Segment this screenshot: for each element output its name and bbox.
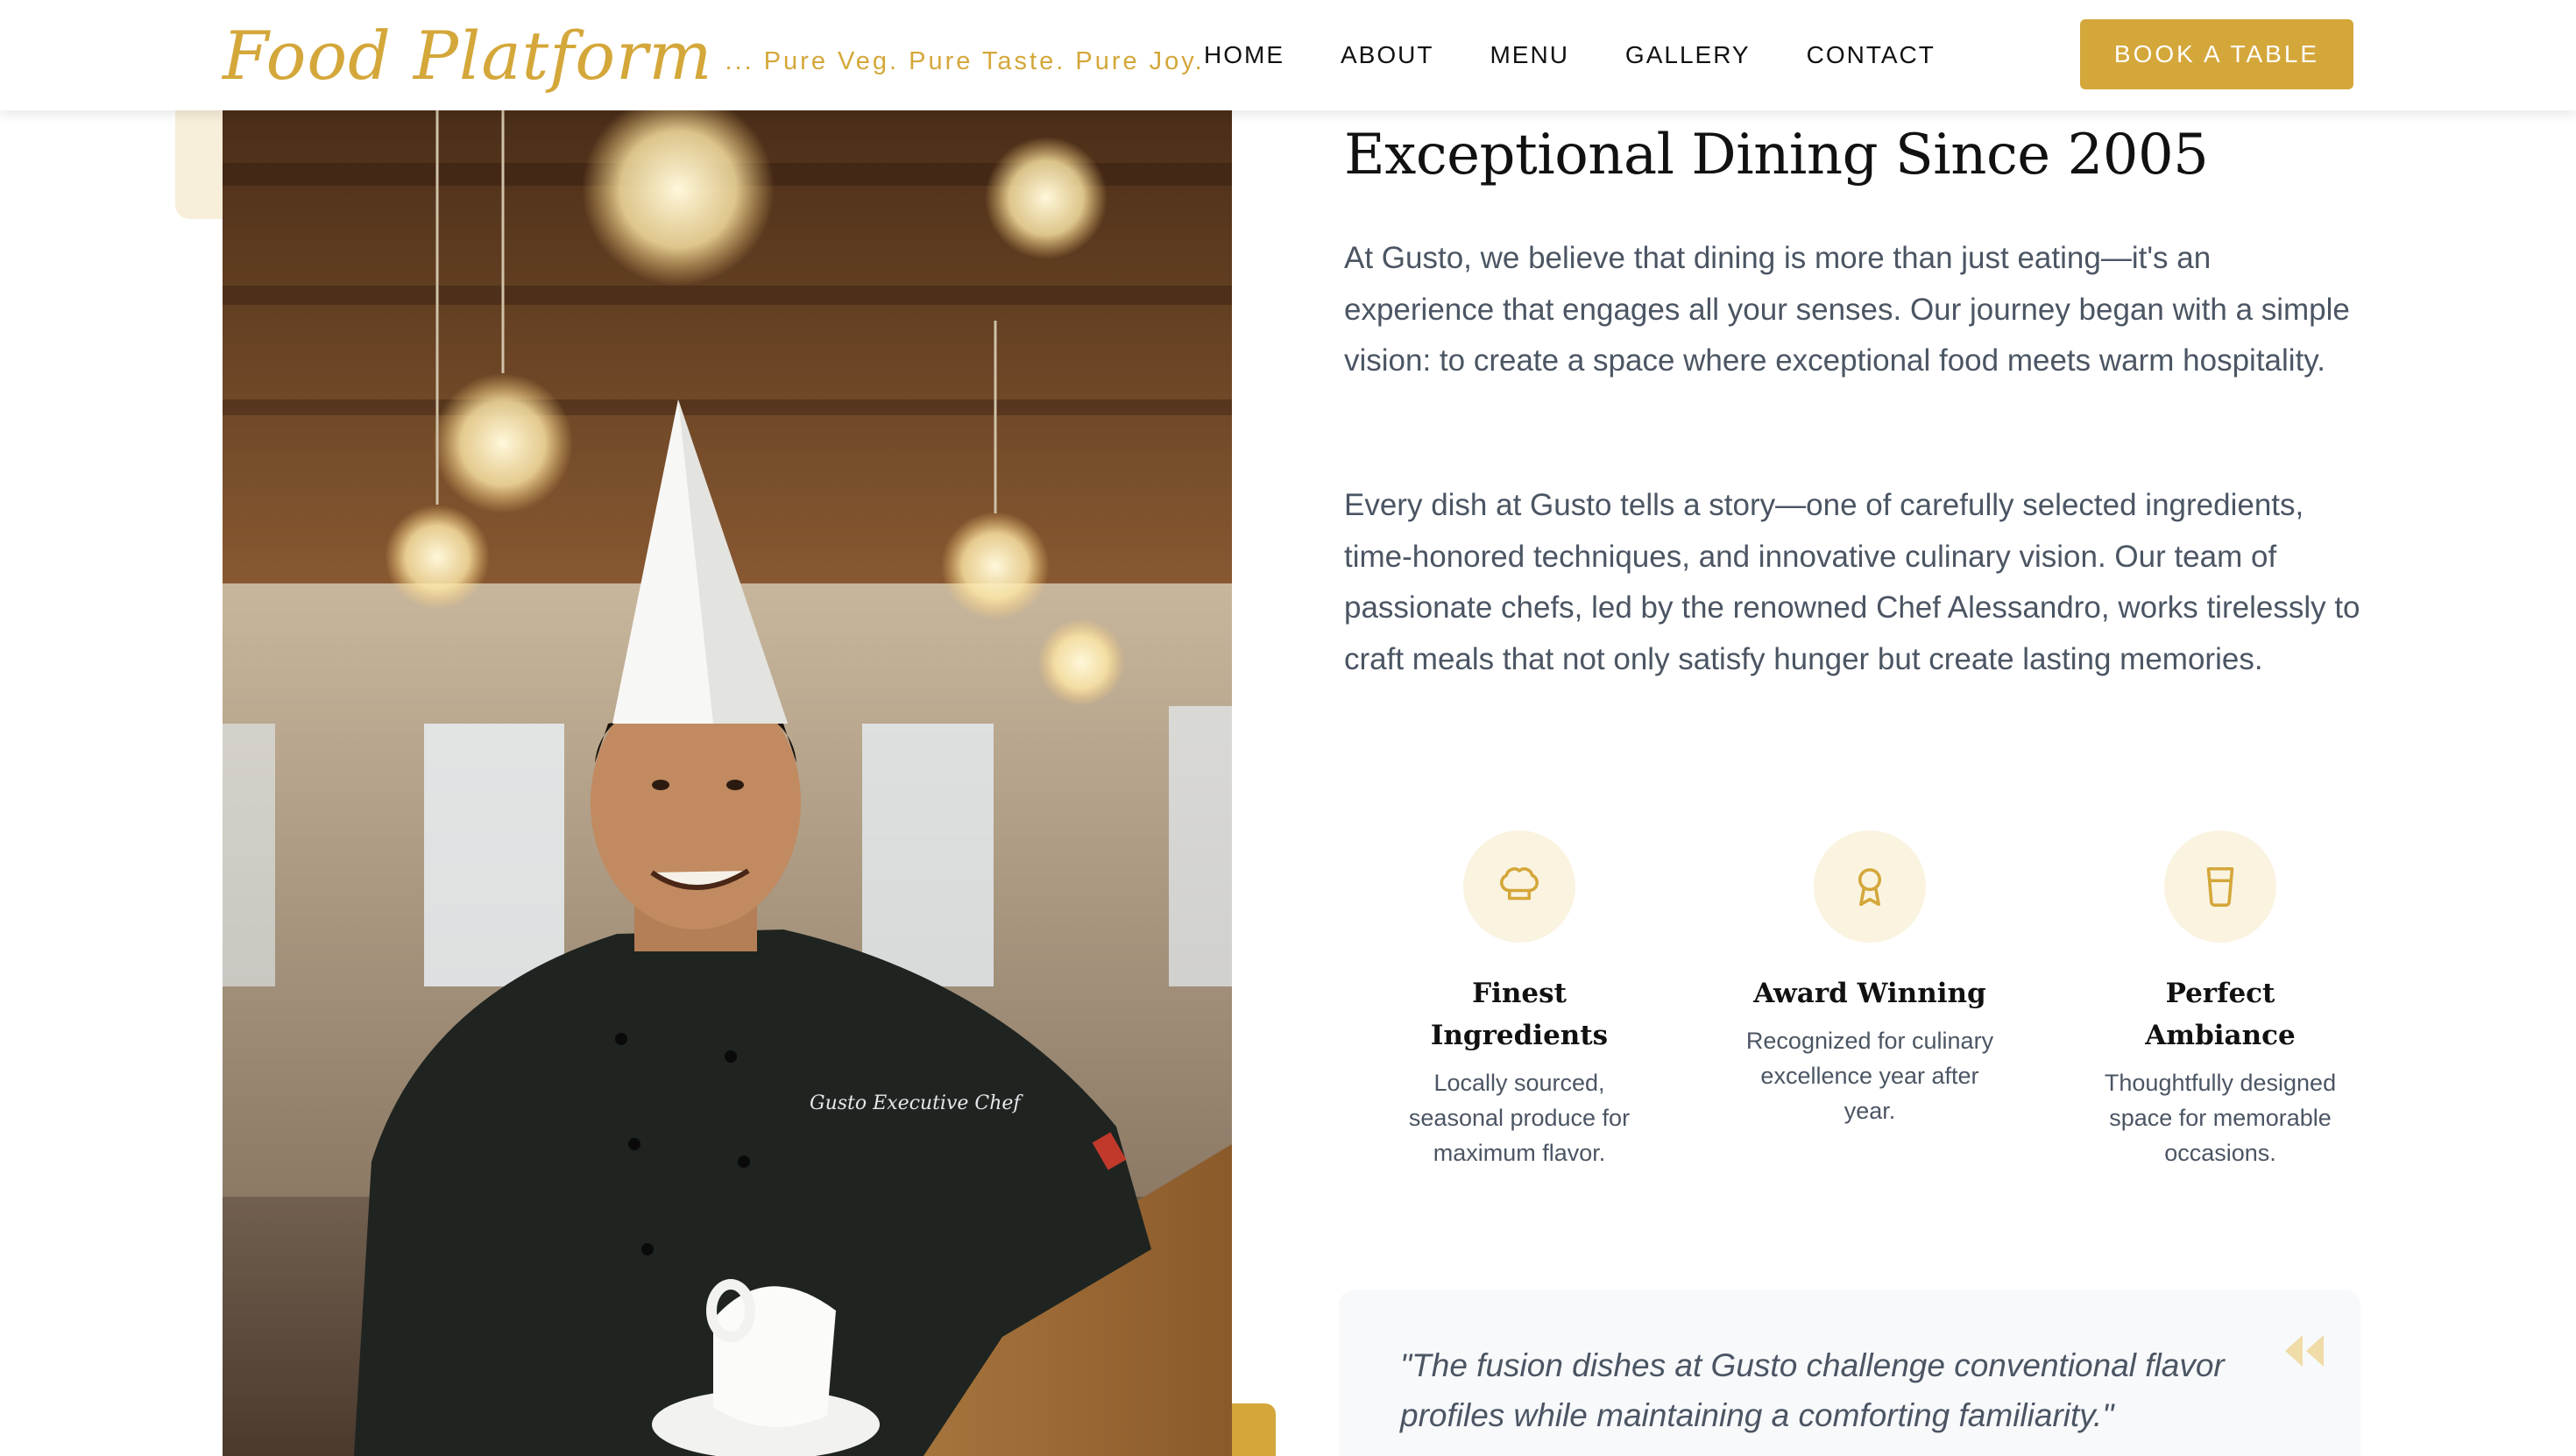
nav-contact[interactable]: CONTACT <box>1807 41 1936 69</box>
site-header: Food Platform ... Pure Veg. Pure Taste. … <box>0 0 2576 110</box>
chef-illustration: Gusto Executive Chef <box>223 110 1232 1456</box>
chef-hat-icon <box>1463 830 1575 943</box>
feature-card: Award Winning Recognized for culinary ex… <box>1695 830 2045 1198</box>
brand-logo[interactable]: Food Platform <box>223 17 712 95</box>
feature-description: Thoughtfully designed space for memorabl… <box>2104 1070 2337 1166</box>
nav-menu[interactable]: MENU <box>1490 41 1568 69</box>
nav-gallery[interactable]: GALLERY <box>1625 41 1751 69</box>
embroidery-text: Gusto Executive Chef <box>810 1092 1023 1114</box>
about-heading: Exceptional Dining Since 2005 <box>1344 123 2209 187</box>
nav-home[interactable]: HOME <box>1204 41 1284 69</box>
testimonial-quote: "The fusion dishes at Gusto challenge co… <box>1339 1290 2360 1456</box>
feature-card: Finest Ingredients Locally sourced, seas… <box>1344 830 1695 1198</box>
glass-icon <box>2164 830 2276 943</box>
feature-title: Award Winning <box>1753 978 1986 1009</box>
main-nav: HOME ABOUT MENU GALLERY CONTACT <box>1204 0 1936 110</box>
quote-icon <box>2285 1335 2324 1371</box>
nav-about[interactable]: ABOUT <box>1341 41 1433 69</box>
quote-text: "The fusion dishes at Gusto challenge co… <box>1400 1347 2225 1433</box>
award-icon <box>1814 830 1926 943</box>
about-paragraph: At Gusto, we believe that dining is more… <box>1344 241 2350 378</box>
brand[interactable]: Food Platform ... Pure Veg. Pure Taste. … <box>223 7 1205 103</box>
feature-description: Recognized for culinary excellence year … <box>1745 1028 1994 1124</box>
feature-description: Locally sourced, seasonal produce for ma… <box>1408 1070 1631 1166</box>
feature-card: Perfect Ambiance Thoughtfully designed s… <box>2045 830 2396 1198</box>
book-table-button[interactable]: BOOK A TABLE <box>2080 19 2353 89</box>
feature-title: Finest Ingredients <box>1430 978 1609 1051</box>
about-paragraph: Every dish at Gusto tells a story—one of… <box>1344 488 2360 676</box>
feature-title: Perfect Ambiance <box>2145 978 2296 1051</box>
chef-photo: Gusto Executive Chef <box>223 110 1232 1456</box>
brand-tagline: ... Pure Veg. Pure Taste. Pure Joy. <box>725 46 1205 75</box>
